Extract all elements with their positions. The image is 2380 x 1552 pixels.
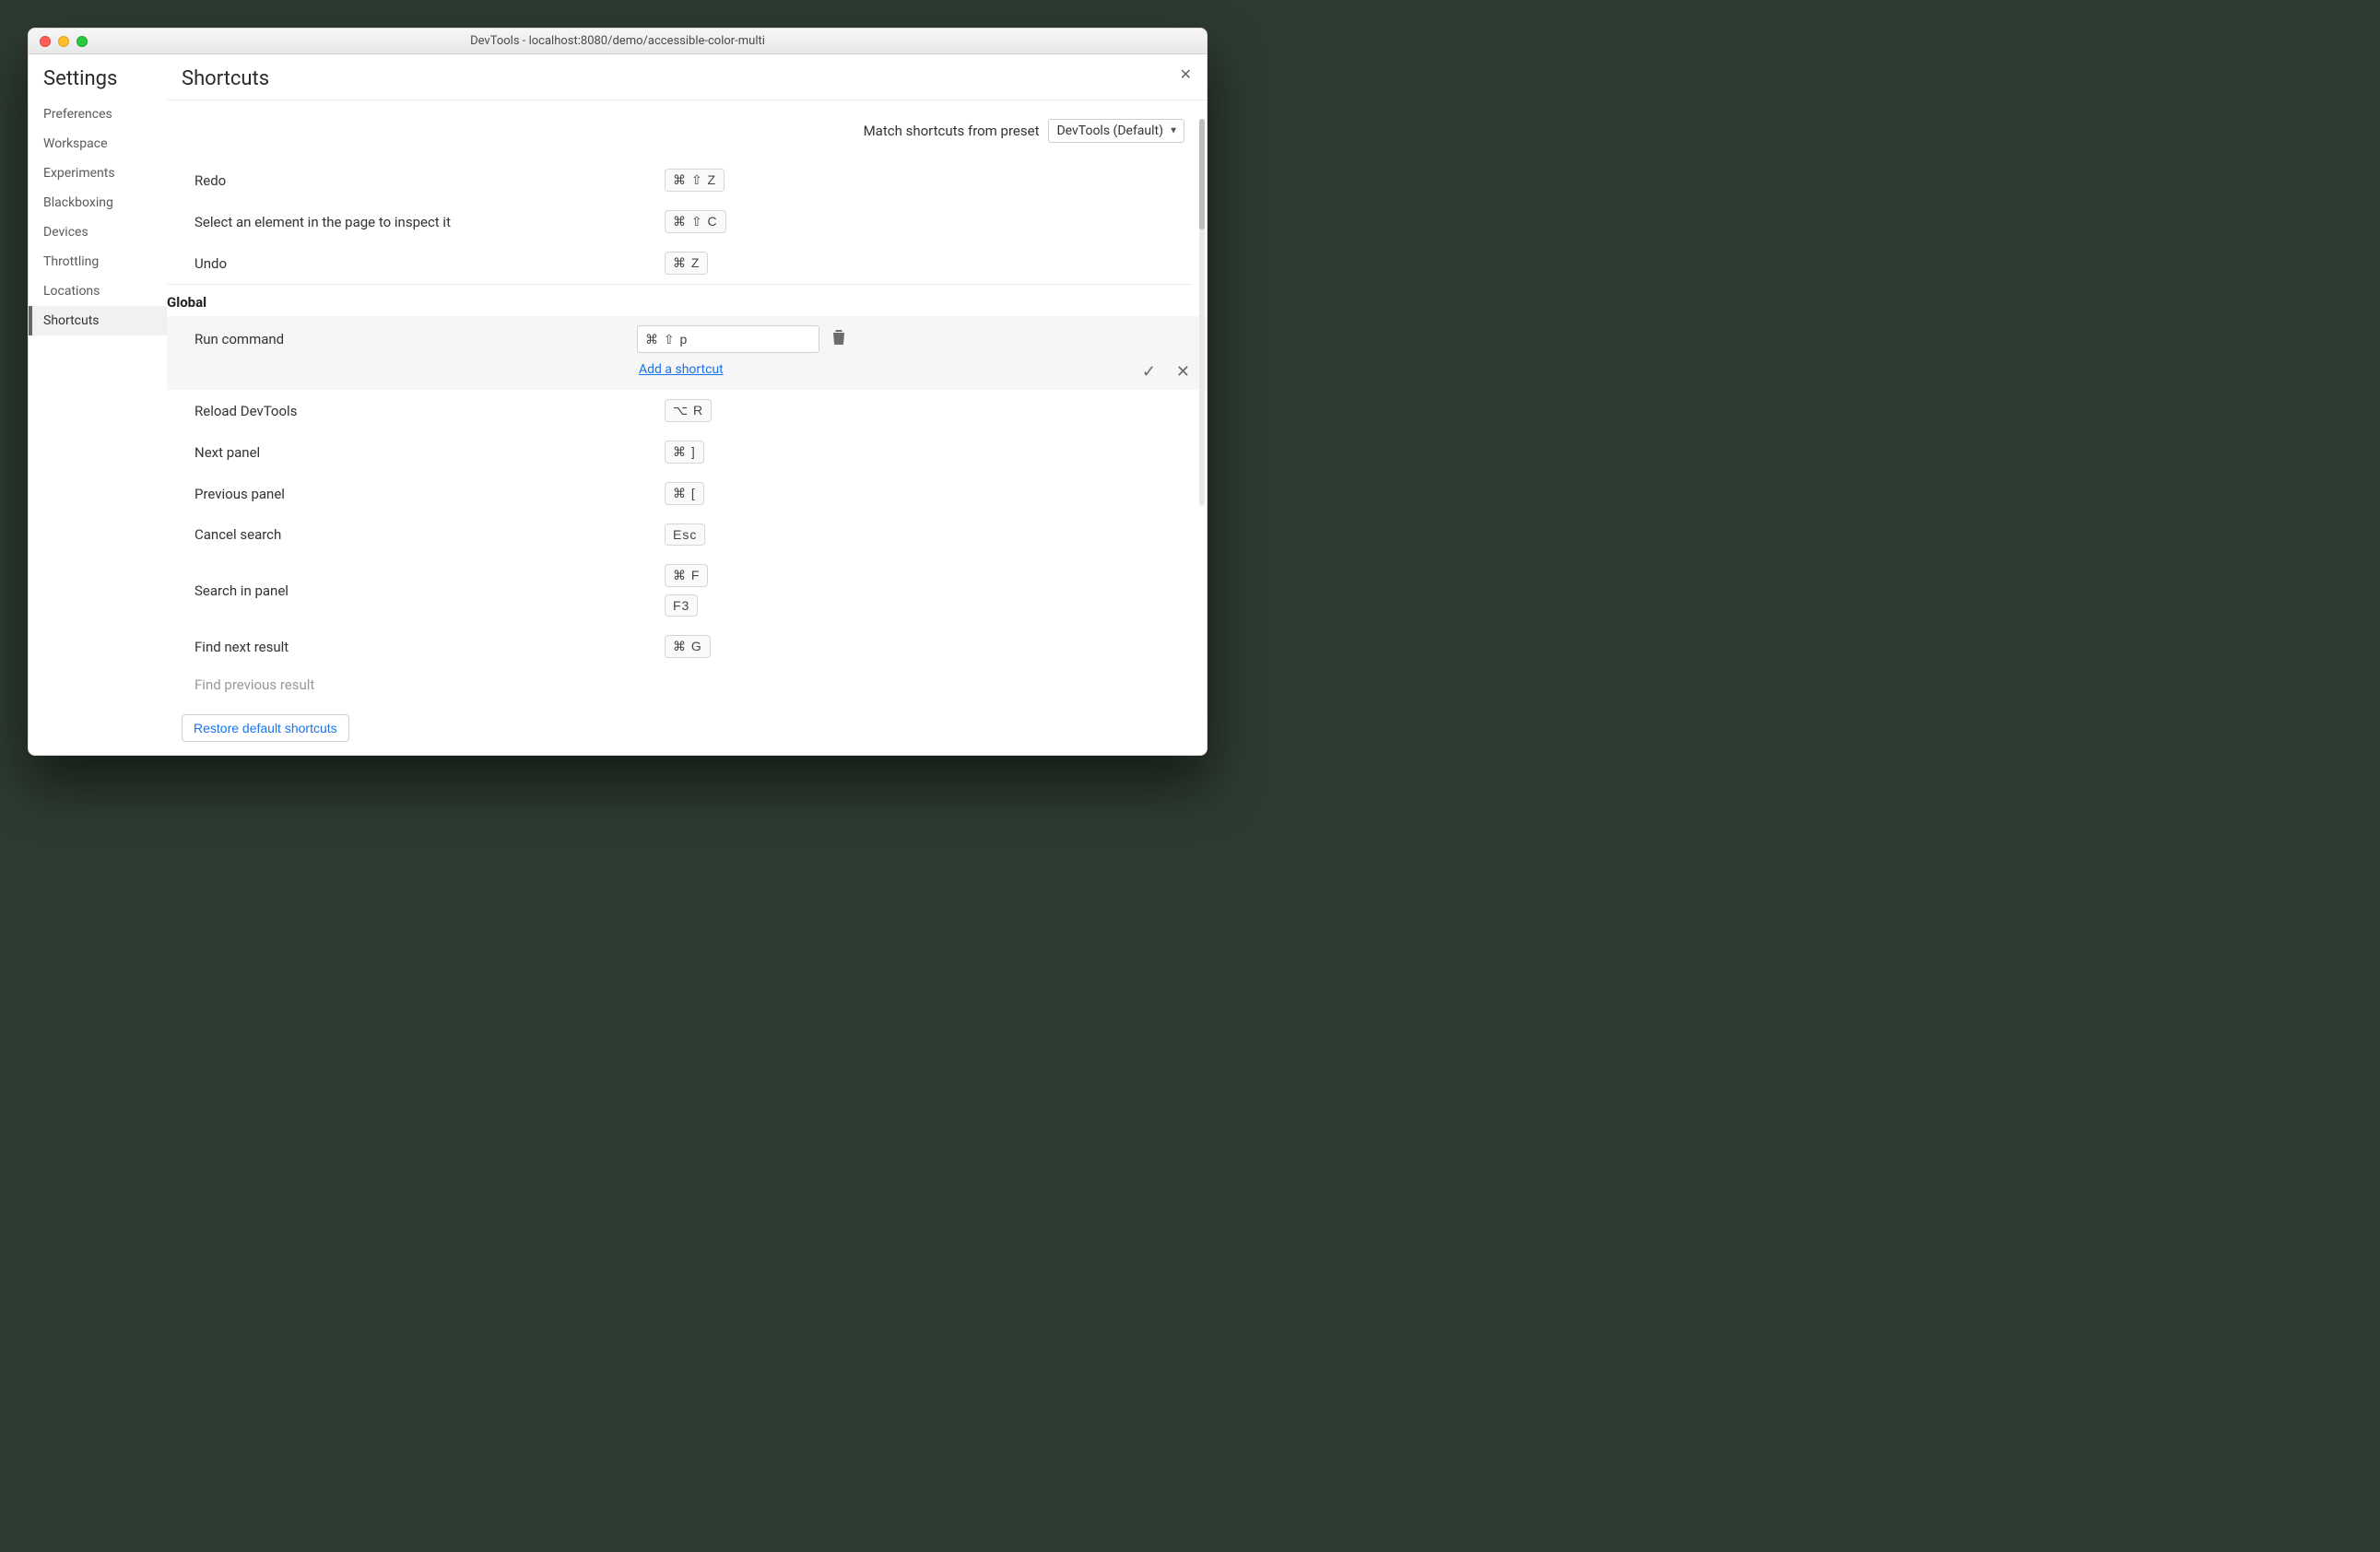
preset-select[interactable]: DevTools (Default) ▼ xyxy=(1048,119,1184,143)
shortcut-row[interactable]: Redo ⌘ ⇧ Z xyxy=(167,159,1207,201)
sidebar-item-experiments[interactable]: Experiments xyxy=(29,159,167,188)
key-chip: F3 xyxy=(665,594,698,617)
shortcut-row[interactable]: Select an element in the page to inspect… xyxy=(167,201,1207,242)
confirm-edit-icon[interactable]: ✓ xyxy=(1142,364,1156,381)
shortcut-label: Find previous result xyxy=(194,676,665,693)
sidebar-item-blackboxing[interactable]: Blackboxing xyxy=(29,188,167,218)
shortcut-row[interactable]: Reload DevTools ⌥ R xyxy=(167,390,1207,431)
shortcut-row[interactable]: Undo ⌘ Z xyxy=(167,242,1207,284)
sidebar-item-throttling[interactable]: Throttling xyxy=(29,247,167,276)
shortcut-label: Search in panel xyxy=(194,582,665,599)
shortcut-label: Cancel search xyxy=(194,526,665,543)
shortcut-row[interactable]: Cancel search Esc xyxy=(167,514,1207,555)
key-chip: ⌘ ] xyxy=(665,441,704,464)
close-settings-button[interactable]: ✕ xyxy=(1180,67,1192,82)
key-chip: ⌘ G xyxy=(665,635,711,658)
preset-label: Match shortcuts from preset xyxy=(864,123,1040,139)
shortcut-label: Reload DevTools xyxy=(194,403,665,419)
restore-defaults-button[interactable]: Restore default shortcuts xyxy=(182,714,349,742)
shortcut-row[interactable]: Next panel ⌘ ] xyxy=(167,431,1207,473)
key-chip: ⌘ Z xyxy=(665,252,708,275)
shortcut-list[interactable]: Redo ⌘ ⇧ Z Select an element in the page… xyxy=(167,159,1207,755)
key-chip: ⌘ ⇧ Z xyxy=(665,169,725,192)
key-chip: Esc xyxy=(665,523,705,546)
sidebar-item-locations[interactable]: Locations xyxy=(29,276,167,306)
settings-heading: Settings xyxy=(29,67,167,100)
key-chip: ⌘ ⇧ C xyxy=(665,210,726,233)
sidebar-item-preferences[interactable]: Preferences xyxy=(29,100,167,129)
key-chip: ⌘ [ xyxy=(665,482,704,505)
devtools-window: DevTools - localhost:8080/demo/accessibl… xyxy=(28,28,1208,756)
preset-value: DevTools (Default) xyxy=(1056,123,1163,138)
shortcut-label: Undo xyxy=(194,255,665,272)
key-chip: ⌥ R xyxy=(665,399,712,422)
sidebar-item-shortcuts[interactable]: Shortcuts xyxy=(29,306,167,335)
sidebar-item-workspace[interactable]: Workspace xyxy=(29,129,167,159)
scrollbar[interactable] xyxy=(1199,119,1205,506)
scrollbar-thumb[interactable] xyxy=(1199,119,1205,229)
window-title: DevTools - localhost:8080/demo/accessibl… xyxy=(29,34,1207,48)
shortcut-label: Find next result xyxy=(194,639,665,655)
shortcut-label: Next panel xyxy=(194,444,665,461)
delete-shortcut-icon[interactable] xyxy=(832,330,845,348)
key-chip: ⌘ F xyxy=(665,564,708,587)
add-shortcut-link[interactable]: Add a shortcut xyxy=(637,362,724,377)
shortcuts-pane: Shortcuts ✕ Match shortcuts from preset … xyxy=(167,54,1207,755)
shortcut-label: Run command xyxy=(194,325,637,377)
settings-sidebar: Settings Preferences Workspace Experimen… xyxy=(29,54,167,755)
shortcut-row-editing: Run command Add a shortcut ✓ xyxy=(167,316,1207,390)
shortcut-label: Select an element in the page to inspect… xyxy=(194,214,665,230)
titlebar: DevTools - localhost:8080/demo/accessibl… xyxy=(29,29,1207,54)
shortcut-label: Previous panel xyxy=(194,486,665,502)
shortcut-row[interactable]: Find previous result xyxy=(167,667,1207,702)
section-global-heading: Global xyxy=(167,284,1192,316)
shortcut-row[interactable]: Previous panel ⌘ [ xyxy=(167,473,1207,514)
shortcut-label: Redo xyxy=(194,172,665,189)
sidebar-item-devices[interactable]: Devices xyxy=(29,218,167,247)
shortcut-row[interactable]: Search in panel ⌘ F F3 xyxy=(167,555,1207,626)
shortcut-input[interactable] xyxy=(637,325,819,353)
pane-title: Shortcuts xyxy=(182,67,269,90)
shortcut-row[interactable]: Find next result ⌘ G xyxy=(167,626,1207,667)
cancel-edit-icon[interactable]: ✕ xyxy=(1176,364,1190,381)
chevron-down-icon: ▼ xyxy=(1169,126,1178,136)
